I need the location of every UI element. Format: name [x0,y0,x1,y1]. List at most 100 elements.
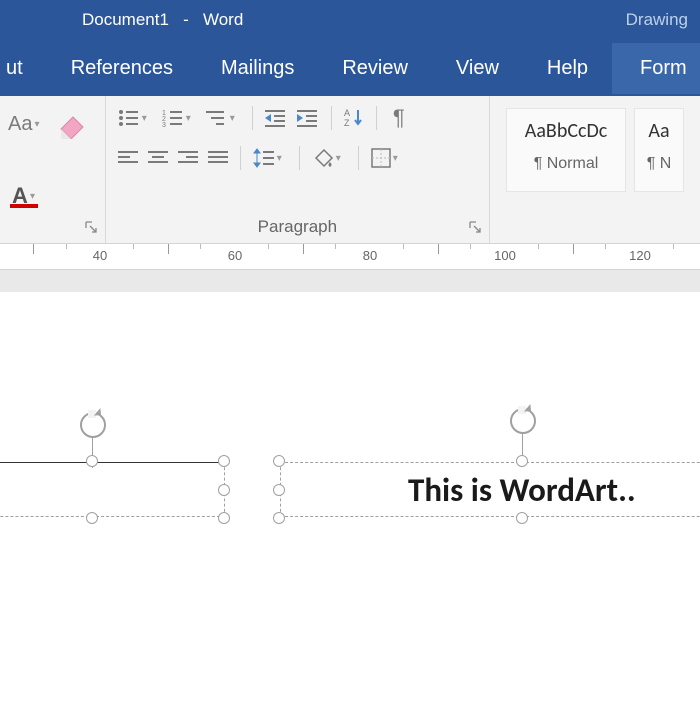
separator [252,106,253,130]
change-case-button[interactable]: Aa ▾ [4,110,48,138]
wordart-body[interactable]: This is WordArt.. [280,462,700,517]
titlebar: Document1 - Word Drawing [0,0,700,40]
clear-formatting-button[interactable] [50,102,94,146]
tab-layout[interactable]: ut [0,43,47,94]
resize-handle[interactable] [273,512,285,524]
align-center-icon [148,150,168,166]
chevron-down-icon: ▾ [393,153,403,164]
ruler-label: 120 [629,248,651,263]
font-color-swatch [10,204,38,208]
decrease-indent-icon [265,109,287,127]
ruler-label: 100 [494,248,516,263]
window-title: Document1 - Word [82,10,243,30]
resize-handle[interactable] [273,455,285,467]
resize-handle[interactable] [218,455,230,467]
align-right-icon [178,150,198,166]
bullets-icon [118,109,140,127]
bullets-button[interactable]: ▾ [114,104,156,132]
style-normal[interactable]: AaBbCcDc ¶ Normal [506,108,626,192]
chevron-down-icon: ▾ [277,153,287,164]
justify-button[interactable] [204,144,232,172]
justify-icon [208,150,228,166]
multilevel-list-button[interactable]: ▾ [202,104,244,132]
numbering-button[interactable]: 123 ▾ [158,104,200,132]
svg-text:A: A [344,108,350,118]
tab-mailings[interactable]: Mailings [197,43,318,94]
context-tab-group-label: Drawing [626,10,688,30]
borders-button[interactable]: ▾ [367,144,407,172]
chevron-down-icon: ▾ [142,113,152,124]
resize-handle[interactable] [516,512,528,524]
textbox-shape-left[interactable] [0,462,225,517]
increase-indent-button[interactable] [293,104,323,132]
separator [376,106,377,130]
wordart-text[interactable]: This is WordArt.. [396,468,648,512]
tab-help[interactable]: Help [523,43,612,94]
shading-button[interactable]: ▾ [308,144,350,172]
eraser-icon [55,109,89,139]
chevron-down-icon: ▾ [34,119,44,130]
chevron-down-icon: ▾ [336,153,346,164]
ruler-label: 80 [363,248,377,263]
align-right-button[interactable] [174,144,202,172]
font-dialog-launcher-icon[interactable] [85,221,99,235]
style-no-spacing[interactable]: Aa ¶ N [634,108,684,192]
paragraph-dialog-launcher-icon[interactable] [469,221,483,235]
chevron-down-icon: ▾ [186,113,196,124]
group-styles: AaBbCcDc ¶ Normal Aa ¶ N [490,96,700,243]
paint-bucket-icon [312,148,334,168]
group-paragraph-label: Paragraph [106,217,489,237]
wordart-shape[interactable]: This is WordArt.. [280,462,700,517]
ruler-margin-band [0,270,700,292]
separator [240,146,241,170]
align-left-icon [118,150,138,166]
align-left-button[interactable] [114,144,142,172]
resize-handle[interactable] [218,484,230,496]
rotate-handle-icon[interactable] [510,408,536,434]
change-case-icon: Aa [8,113,32,136]
tab-references[interactable]: References [47,43,197,94]
ribbon: Aa ▾ A ▾ ▾ [0,96,700,244]
tab-view[interactable]: View [432,43,523,94]
sort-button[interactable]: AZ [340,104,368,132]
style-name: ¶ N [635,155,683,173]
document-canvas[interactable]: This is WordArt.. [0,292,700,712]
resize-handle[interactable] [86,512,98,524]
increase-indent-icon [297,109,319,127]
chevron-down-icon: ▾ [230,113,240,124]
resize-handle[interactable] [516,455,528,467]
style-name: ¶ Normal [507,155,625,173]
style-preview: AaBbCcDc [507,119,625,143]
title-sep: - [174,10,199,29]
chevron-down-icon: ▾ [30,191,40,202]
group-font: Aa ▾ A ▾ [0,96,106,243]
rotate-handle-icon[interactable] [80,412,106,438]
svg-text:3: 3 [162,122,166,127]
doc-name: Document1 [82,10,169,29]
ruler-label: 40 [93,248,107,263]
font-color-button[interactable]: A ▾ [4,182,48,210]
line-spacing-icon [253,148,275,168]
tab-review[interactable]: Review [318,43,432,94]
numbering-icon: 123 [162,109,184,127]
resize-handle[interactable] [273,484,285,496]
decrease-indent-button[interactable] [261,104,291,132]
resize-handle[interactable] [86,455,98,467]
borders-icon [371,148,391,168]
show-pilcrow-button[interactable]: ¶ [385,104,413,132]
resize-handle[interactable] [218,512,230,524]
separator [358,146,359,170]
align-center-button[interactable] [144,144,172,172]
ruler[interactable]: 40 60 80 100 120 [0,244,700,270]
ruler-label: 60 [228,248,242,263]
pilcrow-icon: ¶ [393,105,405,131]
sort-icon: AZ [344,108,364,128]
separator [331,106,332,130]
svg-text:Z: Z [344,118,350,128]
tab-format[interactable]: Form [612,43,700,94]
textbox-body[interactable] [0,462,225,517]
group-paragraph: ▾ 123 ▾ ▾ AZ ¶ [106,96,490,243]
multilevel-icon [206,109,228,127]
separator [299,146,300,170]
line-spacing-button[interactable]: ▾ [249,144,291,172]
